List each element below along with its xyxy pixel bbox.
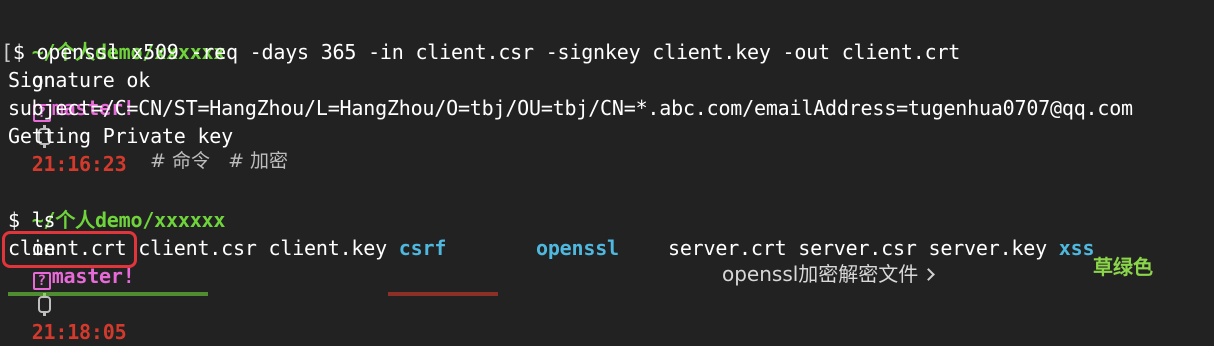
highlight-box	[2, 231, 137, 268]
command-line-1: [$ openssl x509 -req -days 365 -in clien…	[1, 38, 960, 66]
watch-icon	[37, 293, 51, 316]
prompt-time: 21:16:23	[31, 152, 127, 176]
prompt-time: 21:18:05	[31, 320, 127, 344]
output-line: Signature ok	[8, 68, 151, 92]
file-entry: server.crt	[668, 236, 787, 260]
cursor-bracket-icon: [	[1, 40, 13, 64]
file-entry: client.csr	[138, 236, 257, 260]
partial-next-prompt	[8, 286, 218, 296]
command-prefix: $	[8, 208, 20, 232]
directory-entry: csrf	[398, 236, 447, 260]
directory-entry: xss	[1058, 236, 1095, 260]
file-entry: client.key	[268, 236, 388, 260]
article-tags[interactable]: # 命令 # 加密	[150, 146, 288, 173]
output-line: subject=/C=CN/ST=HangZhou/L=HangZhou/O=t…	[8, 96, 1133, 120]
file-entry: server.key	[928, 236, 1048, 260]
watermark: 草绿色	[1093, 255, 1153, 279]
ls-output-dir: openssl	[536, 234, 619, 262]
command-line-2: $ ls	[8, 206, 56, 234]
command-prefix: $	[12, 40, 25, 64]
file-entry: server.csr	[798, 236, 917, 260]
prompt-path: ~/个人demo/xxxxxx	[31, 208, 226, 232]
directory-entry: openssl	[536, 236, 619, 260]
related-article-title: openssl加密解密文件	[722, 262, 919, 286]
command-text: openssl x509 -req -days 365 -in client.c…	[36, 40, 961, 64]
partial-next-time	[388, 286, 508, 296]
related-article-link[interactable]: openssl加密解密文件	[722, 258, 936, 287]
chevron-right-icon	[922, 268, 936, 281]
command-text: ls	[31, 208, 56, 232]
